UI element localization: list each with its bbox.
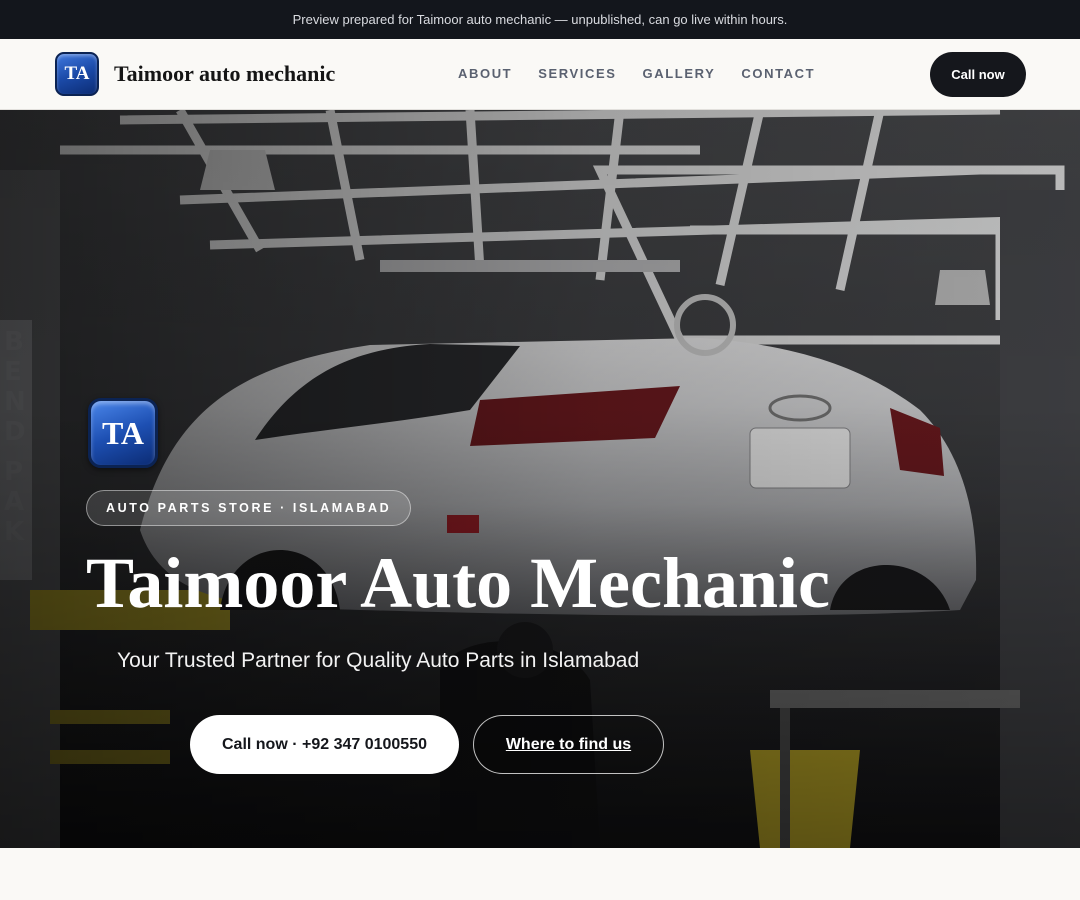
nav-link-services[interactable]: SERVICES (538, 66, 616, 81)
hero-call-button[interactable]: Call now · +92 347 0100550 (190, 715, 459, 774)
main-menu: ABOUT SERVICES GALLERY CONTACT (458, 66, 815, 81)
hero-eyebrow-badge: AUTO PARTS STORE · ISLAMABAD (86, 490, 412, 526)
hero-logo-icon: TA (88, 398, 158, 468)
nav-link-about[interactable]: ABOUT (458, 66, 512, 81)
hero-section: BENDPAK TA AUTO PARTS STORE · ISLAMABAD … (0, 110, 1080, 848)
next-section (0, 848, 1080, 900)
brand-logo-icon: TA (55, 52, 99, 96)
hero-subtitle: Your Trusted Partner for Quality Auto Pa… (117, 649, 640, 672)
header-call-button[interactable]: Call now (930, 52, 1026, 97)
nav-link-contact[interactable]: CONTACT (741, 66, 815, 81)
hero-title: Taimoor Auto Mechanic (86, 543, 831, 623)
preview-banner: Preview prepared for Taimoor auto mechan… (0, 0, 1080, 39)
brand[interactable]: TA Taimoor auto mechanic (55, 52, 335, 96)
site-header: TA Taimoor auto mechanic ABOUT SERVICES … (0, 39, 1080, 110)
hero-location-button[interactable]: Where to find us (473, 715, 664, 774)
preview-banner-text: Preview prepared for Taimoor auto mechan… (292, 12, 788, 27)
nav-link-gallery[interactable]: GALLERY (643, 66, 716, 81)
brand-name: Taimoor auto mechanic (114, 61, 336, 86)
